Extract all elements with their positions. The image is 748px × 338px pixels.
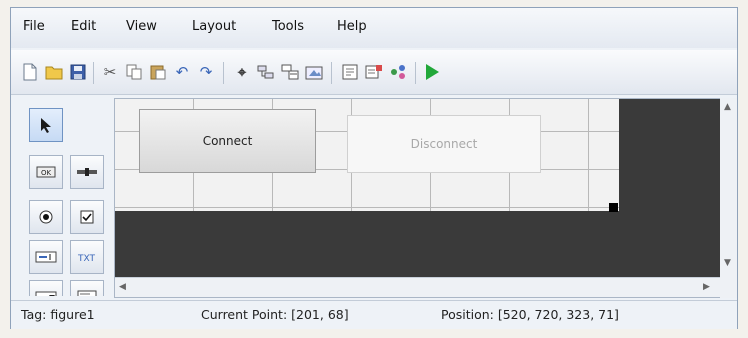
status-bar: Tag: figure1 Current Point: [201, 68] Po… xyxy=(11,300,737,329)
svg-text:TXT: TXT xyxy=(77,254,96,263)
push-button-tool-icon[interactable]: OK xyxy=(29,155,63,189)
undo-icon[interactable]: ↶ xyxy=(173,63,191,81)
scroll-right-icon[interactable]: ▶ xyxy=(703,282,710,292)
menu-editor-icon[interactable] xyxy=(281,63,299,81)
scroll-up-icon[interactable]: ▲ xyxy=(724,102,731,112)
paste-icon[interactable] xyxy=(149,63,167,81)
toolbar: ✂ ↶ ↷ ⌖ xyxy=(11,50,737,95)
menu-help[interactable]: Help xyxy=(337,19,367,34)
slider-tool-icon[interactable] xyxy=(70,155,104,189)
edit-text-tool-icon[interactable] xyxy=(29,240,63,274)
radio-button-tool-icon[interactable] xyxy=(29,200,63,234)
toolbar-editor-icon[interactable] xyxy=(305,63,323,81)
guide-window: File Edit View Layout Tools Help ✂ ↶ ↷ ⌖ xyxy=(10,7,738,329)
menu-layout[interactable]: Layout xyxy=(192,19,236,34)
figure-background-right xyxy=(619,99,721,277)
disconnect-button[interactable]: Disconnect xyxy=(347,115,541,173)
menu-file[interactable]: File xyxy=(23,19,45,34)
menu-view[interactable]: View xyxy=(126,19,157,34)
editor-icon[interactable] xyxy=(341,63,359,81)
menu-bar: File Edit View Layout Tools Help xyxy=(11,8,737,48)
horizontal-scrollbar[interactable]: ◀ ▶ xyxy=(115,277,721,297)
copy-icon[interactable] xyxy=(125,63,143,81)
checkbox-tool-icon[interactable] xyxy=(70,200,104,234)
connect-button-label: Connect xyxy=(202,134,253,148)
scroll-down-icon[interactable]: ▼ xyxy=(724,258,731,268)
tab-order-icon[interactable] xyxy=(257,63,275,81)
status-tag: Tag: figure1 xyxy=(21,307,95,322)
run-icon[interactable] xyxy=(423,63,441,81)
redo-icon[interactable]: ↷ xyxy=(197,63,215,81)
resize-handle[interactable] xyxy=(609,203,618,212)
component-palette: OK TXT xyxy=(23,100,113,296)
static-text-tool-icon[interactable]: TXT xyxy=(70,240,104,274)
popup-menu-tool-icon[interactable] xyxy=(29,280,63,296)
select-tool-icon[interactable] xyxy=(29,108,63,142)
figure-background-bottom xyxy=(115,211,619,277)
layout-canvas[interactable]: Connect Disconnect ◀ ▶ xyxy=(114,98,722,298)
disconnect-button-label: Disconnect xyxy=(410,137,478,151)
cut-icon[interactable]: ✂ xyxy=(101,63,119,81)
new-file-icon[interactable] xyxy=(21,63,39,81)
property-inspector-icon[interactable] xyxy=(365,63,383,81)
align-icon[interactable]: ⌖ xyxy=(233,63,251,81)
listbox-tool-icon[interactable] xyxy=(70,280,104,296)
open-folder-icon[interactable] xyxy=(45,63,63,81)
connect-button[interactable]: Connect xyxy=(139,109,316,173)
save-icon[interactable] xyxy=(69,63,87,81)
status-position: Position: [520, 720, 323, 71] xyxy=(441,307,619,322)
menu-edit[interactable]: Edit xyxy=(71,19,96,34)
scroll-left-icon[interactable]: ◀ xyxy=(119,282,126,292)
vertical-scrollbar[interactable]: ▲ ▼ xyxy=(720,98,737,298)
menu-tools[interactable]: Tools xyxy=(272,19,304,34)
object-browser-icon[interactable] xyxy=(389,63,407,81)
svg-text:OK: OK xyxy=(41,169,52,177)
status-current-point: Current Point: [201, 68] xyxy=(201,307,349,322)
